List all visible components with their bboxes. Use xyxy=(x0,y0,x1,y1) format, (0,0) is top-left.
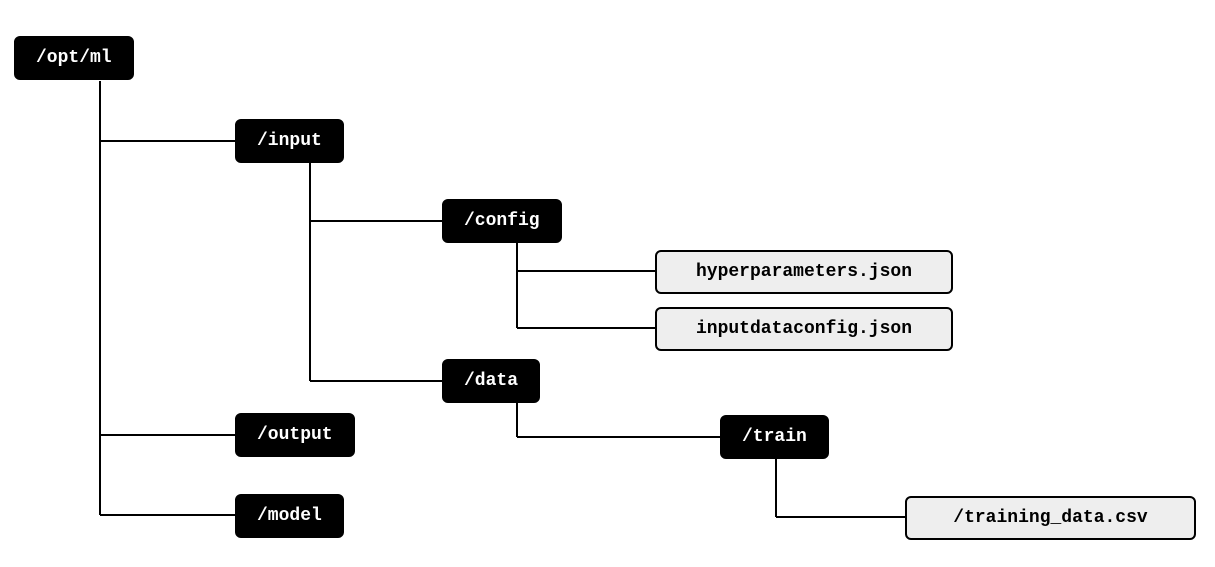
dir-node-model: /model xyxy=(235,494,344,538)
dir-node-data: /data xyxy=(442,359,540,403)
dir-node-output: /output xyxy=(235,413,355,457)
dir-node-train: /train xyxy=(720,415,829,459)
file-node-inputdataconfig: inputdataconfig.json xyxy=(655,307,953,351)
dir-node-opt-ml: /opt/ml xyxy=(14,36,134,80)
file-node-training-data-csv: /training_data.csv xyxy=(905,496,1196,540)
file-node-hyperparameters: hyperparameters.json xyxy=(655,250,953,294)
connector-lines xyxy=(0,0,1215,567)
dir-node-input: /input xyxy=(235,119,344,163)
dir-node-config: /config xyxy=(442,199,562,243)
